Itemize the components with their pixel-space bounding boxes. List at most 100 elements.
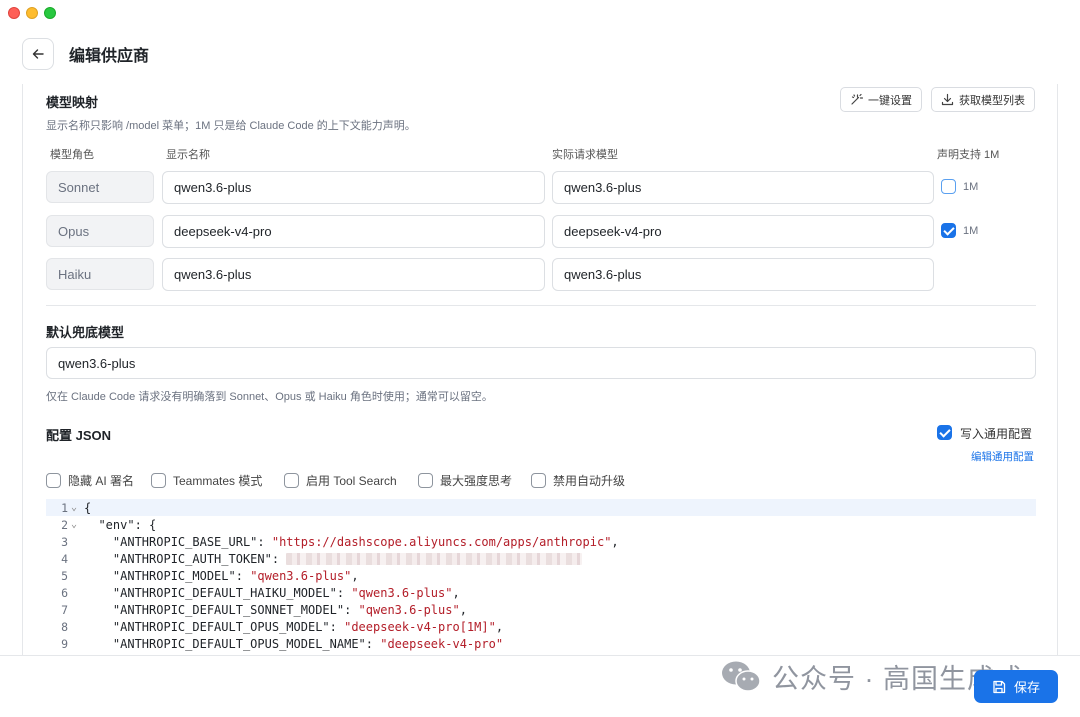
- fetch-model-list-button[interactable]: 获取模型列表: [931, 87, 1035, 112]
- one-click-setup-button[interactable]: 一键设置: [840, 87, 922, 112]
- sonnet-1m-checkbox[interactable]: [941, 179, 956, 194]
- option-disable-auto-upgrade[interactable]: 禁用自动升级: [531, 471, 625, 489]
- wechat-icon: [722, 661, 761, 692]
- code-text: "ANTHROPIC_MODEL": "qwen3.6-plus",: [84, 569, 359, 583]
- code-line[interactable]: 5 "ANTHROPIC_MODEL": "qwen3.6-plus",: [46, 567, 1036, 584]
- code-key: "ANTHROPIC_DEFAULT_HAIKU_MODEL":: [112, 585, 352, 600]
- code-key: "ANTHROPIC_BASE_URL":: [112, 534, 272, 549]
- line-number: 5: [61, 568, 68, 583]
- code-line[interactable]: 9 "ANTHROPIC_DEFAULT_OPUS_MODEL_NAME": "…: [46, 635, 1036, 652]
- redacted-token: [286, 553, 583, 565]
- code-text: "ANTHROPIC_DEFAULT_OPUS_MODEL": "deepsee…: [84, 620, 503, 634]
- code-line[interactable]: 1 ⌄{: [46, 499, 1036, 516]
- fold-chevron-icon[interactable]: ⌄: [68, 502, 84, 513]
- back-button[interactable]: [22, 38, 54, 70]
- max-thinking-checkbox[interactable]: [418, 472, 433, 488]
- option-max-thinking[interactable]: 最大强度思考: [418, 471, 512, 489]
- option-hide-ai-signature[interactable]: 隐藏 AI 署名: [46, 471, 134, 489]
- role-haiku: Haiku: [46, 258, 154, 290]
- sonnet-actual-model-input[interactable]: qwen3.6-plus: [552, 171, 934, 204]
- column-display-name: 显示名称: [166, 149, 210, 161]
- option-label: 禁用自动升级: [553, 473, 626, 488]
- fold-chevron-icon[interactable]: ⌄: [68, 519, 84, 530]
- code-text: "ANTHROPIC_DEFAULT_OPUS_MODEL_NAME": "de…: [84, 637, 503, 651]
- model-mapping-hint: 显示名称只影响 /model 菜单；1M 只是给 Claude Code 的上下…: [46, 120, 416, 132]
- teammates-mode-checkbox[interactable]: [151, 472, 166, 488]
- line-number: 6: [61, 585, 68, 600]
- opus-1m-checkbox[interactable]: [941, 223, 956, 238]
- magic-wand-icon: [851, 93, 863, 105]
- window-titlebar: [0, 0, 1080, 26]
- role-opus: Opus: [46, 215, 154, 247]
- code-text: "ANTHROPIC_DEFAULT_SONNET_MODEL": "qwen3…: [84, 603, 467, 617]
- option-label: 启用 Tool Search: [306, 473, 397, 488]
- sonnet-1m-label: 1M: [963, 181, 979, 193]
- code-line[interactable]: 2 ⌄ "env": {: [46, 516, 1036, 533]
- provider-form-panel[interactable]: 模型映射 显示名称只影响 /model 菜单；1M 只是给 Claude Cod…: [22, 84, 1058, 655]
- code-line[interactable]: 8 "ANTHROPIC_DEFAULT_OPUS_MODEL": "deeps…: [46, 618, 1036, 635]
- page-header: 编辑供应商: [22, 36, 149, 72]
- code-key: "ANTHROPIC_DEFAULT_OPUS_MODEL_NAME":: [112, 636, 381, 651]
- code-text: "ANTHROPIC_AUTH_TOKEN":: [84, 551, 583, 566]
- code-tail: ,: [495, 619, 504, 634]
- code-line[interactable]: 7 "ANTHROPIC_DEFAULT_SONNET_MODEL": "qwe…: [46, 601, 1036, 618]
- code-line[interactable]: 4 "ANTHROPIC_AUTH_TOKEN":: [46, 550, 1036, 567]
- model-mapping-title: 模型映射: [46, 95, 99, 110]
- save-button[interactable]: 保存: [974, 670, 1058, 703]
- code-key: "env": {: [98, 517, 157, 532]
- write-common-config-checkbox[interactable]: [937, 425, 952, 440]
- line-number: 7: [61, 602, 68, 617]
- edit-common-config-link[interactable]: 编辑通用配置: [971, 449, 1034, 464]
- column-actual-model: 实际请求模型: [552, 149, 618, 161]
- code-text: "env": {: [84, 518, 156, 532]
- option-tool-search[interactable]: 启用 Tool Search: [284, 471, 397, 489]
- close-window-button[interactable]: [8, 7, 20, 19]
- code-text: "ANTHROPIC_BASE_URL": "https://dashscope…: [84, 535, 619, 549]
- one-click-setup-label: 一键设置: [868, 94, 912, 107]
- opus-actual-model-input[interactable]: deepseek-v4-pro: [552, 215, 934, 248]
- line-number: 4: [61, 551, 68, 566]
- haiku-display-name-input[interactable]: qwen3.6-plus: [162, 258, 545, 291]
- hide-ai-signature-checkbox[interactable]: [46, 472, 61, 488]
- line-number: 2: [61, 517, 68, 532]
- code-line[interactable]: 3 "ANTHROPIC_BASE_URL": "https://dashsco…: [46, 533, 1036, 550]
- save-label: 保存: [1013, 680, 1040, 695]
- page-title: 编辑供应商: [69, 48, 150, 65]
- code-key: "ANTHROPIC_MODEL":: [112, 568, 251, 583]
- tool-search-checkbox[interactable]: [284, 472, 299, 488]
- save-icon: [993, 680, 1006, 693]
- code-text: {: [84, 501, 91, 515]
- code-tail: ,: [459, 602, 467, 617]
- haiku-actual-model-input[interactable]: qwen3.6-plus: [552, 258, 934, 291]
- write-common-config-label: 写入通用配置: [960, 427, 1033, 441]
- option-label: 最大强度思考: [440, 473, 513, 488]
- code-value: "https://dashscope.aliyuncs.com/apps/ant…: [271, 534, 612, 549]
- zoom-window-button[interactable]: [44, 7, 56, 19]
- code-key: "ANTHROPIC_DEFAULT_OPUS_MODEL":: [112, 619, 345, 634]
- fallback-model-hint: 仅在 Claude Code 请求没有明确落到 Sonnet、Opus 或 Ha…: [46, 391, 493, 403]
- code-key: "ANTHROPIC_DEFAULT_SONNET_MODEL":: [112, 602, 359, 617]
- code-tail: ,: [611, 534, 619, 549]
- code-text: "ANTHROPIC_DEFAULT_HAIKU_MODEL": "qwen3.…: [84, 586, 460, 600]
- code-line[interactable]: 6 "ANTHROPIC_DEFAULT_HAIKU_MODEL": "qwen…: [46, 584, 1036, 601]
- fallback-model-input[interactable]: qwen3.6-plus: [46, 347, 1036, 379]
- disable-auto-upgrade-checkbox[interactable]: [531, 472, 546, 488]
- json-editor[interactable]: 1 ⌄{2 ⌄ "env": {3 "ANTHROPIC_BASE_URL": "h…: [46, 499, 1036, 655]
- minimize-window-button[interactable]: [26, 7, 38, 19]
- download-icon: [941, 93, 954, 106]
- sonnet-display-name-input[interactable]: qwen3.6-plus: [162, 171, 545, 204]
- option-teammates-mode[interactable]: Teammates 模式: [151, 471, 262, 489]
- code-value: "qwen3.6-plus": [351, 585, 453, 600]
- code-tail: ,: [351, 568, 359, 583]
- code-key: "ANTHROPIC_AUTH_TOKEN":: [112, 551, 287, 566]
- option-label: Teammates 模式: [173, 473, 263, 488]
- opus-display-name-input[interactable]: deepseek-v4-pro: [162, 215, 545, 248]
